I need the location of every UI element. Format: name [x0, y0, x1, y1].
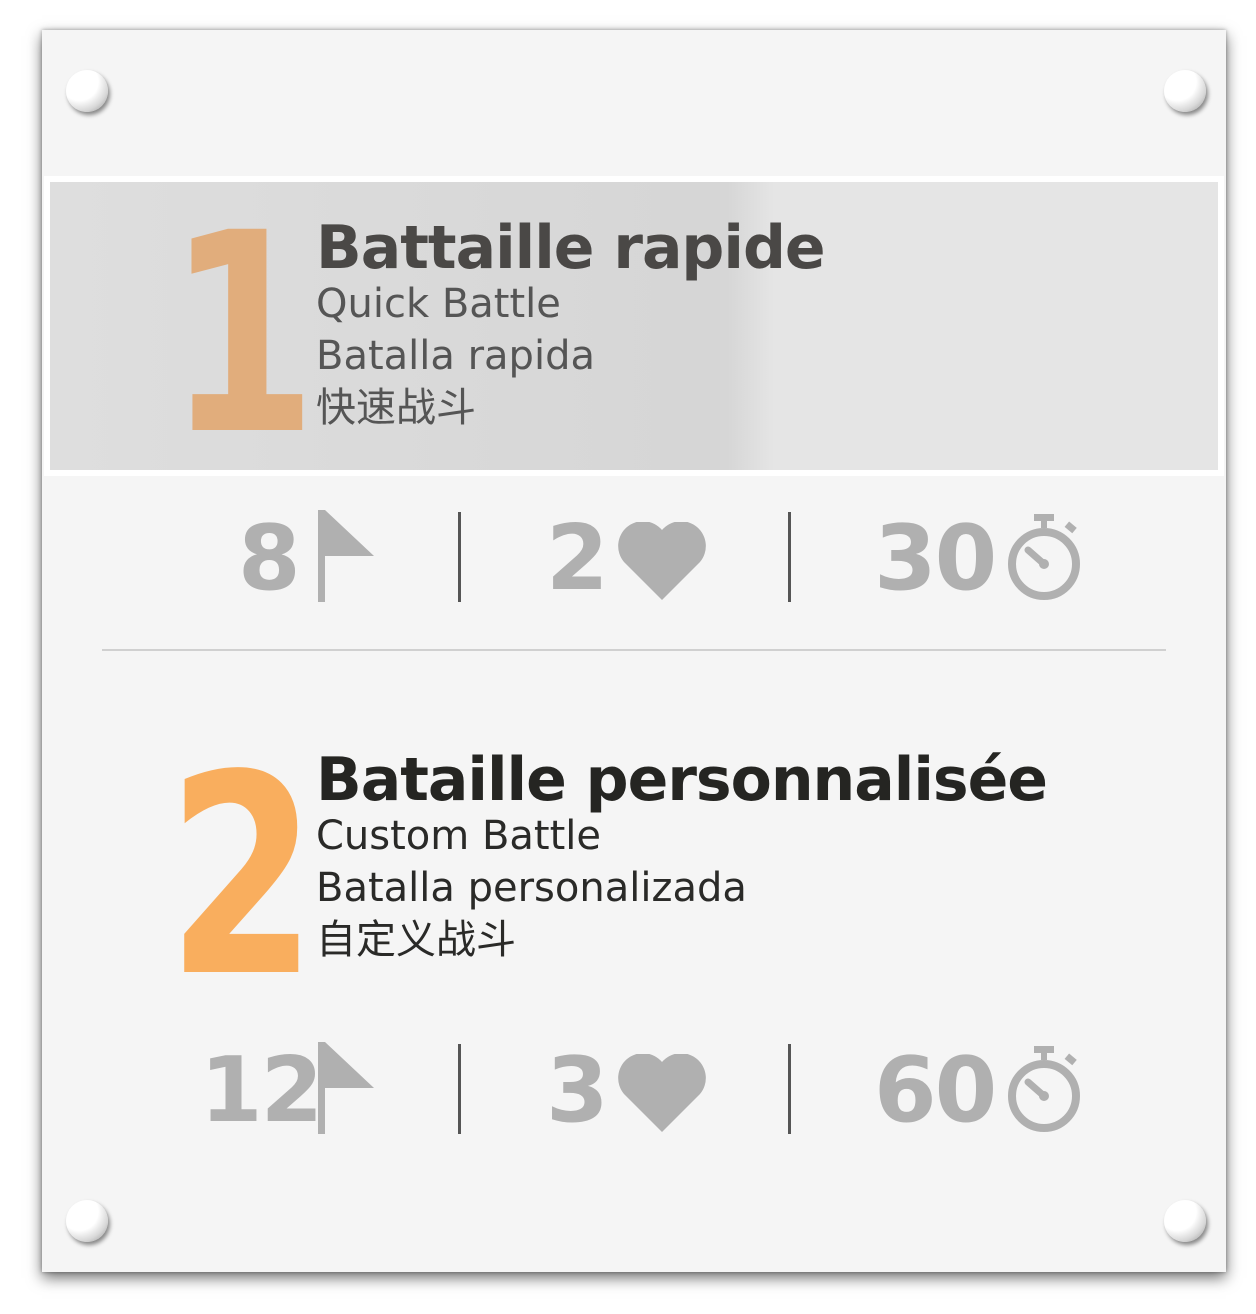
section-divider — [102, 649, 1166, 651]
lives-count: 2 — [546, 506, 609, 611]
stopwatch-icon — [1008, 1046, 1080, 1132]
heart-icon — [618, 522, 706, 600]
mode-subtitle-zh: 自定义战斗 — [316, 917, 516, 963]
flag-icon — [318, 510, 374, 602]
mode-subtitle-es: Batalla personalizada — [316, 865, 747, 911]
divider — [788, 1044, 791, 1134]
mode-number: 1 — [167, 175, 317, 496]
mode-title: Bataille personnalisée — [316, 745, 1048, 815]
mode-subtitle-zh: 快速战斗 — [316, 385, 476, 431]
divider — [788, 512, 791, 602]
mode-title: Battaille rapide — [316, 213, 826, 283]
screw-top-left — [66, 70, 108, 112]
flag-count: 8 — [238, 506, 301, 611]
flag-icon — [318, 1042, 374, 1134]
screw-bottom-left — [66, 1200, 108, 1242]
heart-icon — [618, 1054, 706, 1132]
flag-count: 12 — [200, 1038, 323, 1143]
time-limit: 30 — [874, 506, 997, 611]
divider — [458, 512, 461, 602]
mode-number: 2 — [167, 717, 317, 1038]
screw-bottom-right — [1164, 1200, 1206, 1242]
stopwatch-icon — [1008, 514, 1080, 600]
mode-subtitle-es: Batalla rapida — [316, 333, 595, 379]
divider — [458, 1044, 461, 1134]
screw-top-right — [1164, 70, 1206, 112]
lives-count: 3 — [546, 1038, 609, 1143]
time-limit: 60 — [874, 1038, 997, 1143]
mode-subtitle-en: Quick Battle — [316, 281, 561, 327]
mode-subtitle-en: Custom Battle — [316, 813, 601, 859]
mode-select-panel: 1 Battaille rapide Quick Battle Batalla … — [42, 30, 1226, 1272]
